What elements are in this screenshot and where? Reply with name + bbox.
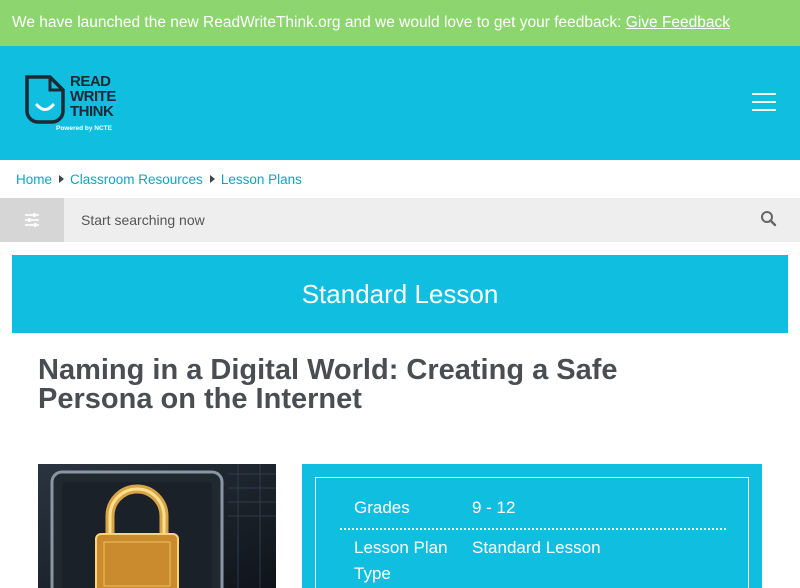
- caret-right-icon: [59, 175, 65, 183]
- give-feedback-link[interactable]: Give Feedback: [626, 14, 730, 31]
- lesson-type-banner: Standard Lesson: [12, 255, 788, 333]
- feedback-banner: We have launched the new ReadWriteThink.…: [0, 0, 800, 46]
- filter-button[interactable]: [0, 198, 64, 242]
- search-input[interactable]: [64, 198, 744, 242]
- feedback-banner-text: We have launched the new ReadWriteThink.…: [12, 14, 626, 31]
- search-button[interactable]: [756, 208, 780, 232]
- grades-value: 9 - 12: [472, 498, 516, 517]
- logo-page-icon: [25, 75, 65, 124]
- page-title: Naming in a Digital World: Creating a Sa…: [38, 354, 618, 415]
- sliders-icon: [25, 213, 39, 227]
- breadcrumb-classroom-resources[interactable]: Classroom Resources: [70, 172, 203, 187]
- breadcrumb-home[interactable]: Home: [16, 172, 52, 187]
- search-bar: [0, 198, 800, 242]
- magnifier-icon: [761, 211, 777, 227]
- grades-label: Grades: [354, 498, 410, 517]
- lesson-info-panel: Grades 9 - 12 Lesson Plan Type Standard …: [302, 464, 762, 588]
- logo-wordmark: READ WRITE THINK: [70, 73, 116, 120]
- caret-right-icon: [209, 175, 215, 183]
- hamburger-menu-icon[interactable]: [752, 91, 778, 113]
- lesson-plan-type-value: Standard Lesson: [472, 538, 601, 557]
- padlock-icon: [38, 464, 276, 588]
- lesson-plan-type-label: Lesson Plan Type: [354, 538, 448, 583]
- readwritethink-logo[interactable]: READ WRITE THINK Powered by NCTE: [24, 74, 134, 138]
- lesson-thumbnail-image: [38, 464, 276, 588]
- site-header: READ WRITE THINK Powered by NCTE: [0, 46, 800, 160]
- breadcrumb-lesson-plans[interactable]: Lesson Plans: [221, 172, 302, 187]
- logo-tagline: Powered by NCTE: [56, 125, 112, 132]
- lesson-info-box: Grades 9 - 12 Lesson Plan Type Standard …: [315, 477, 749, 588]
- info-divider: [340, 528, 726, 530]
- breadcrumb: Home Classroom Resources Lesson Plans: [16, 170, 302, 188]
